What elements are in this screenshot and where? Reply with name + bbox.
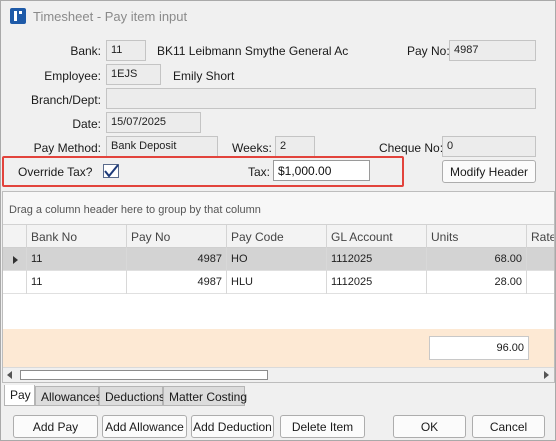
- cancel-button[interactable]: Cancel: [472, 415, 545, 438]
- tab-deductions[interactable]: Deductions: [99, 386, 165, 406]
- scroll-right-icon[interactable]: [544, 371, 549, 379]
- cell-pay-no[interactable]: 4987: [127, 271, 227, 294]
- pay-method-field[interactable]: Bank Deposit: [106, 136, 218, 157]
- employee-name: Emily Short: [173, 69, 235, 83]
- column-header-units[interactable]: Units: [427, 225, 527, 248]
- pay-no-label: Pay No:: [407, 44, 450, 58]
- override-tax-checkbox[interactable]: [103, 164, 119, 178]
- cell-gl-account[interactable]: 1112025: [327, 271, 427, 294]
- table-row[interactable]: 11 4987 HO 1112025 68.00: [3, 248, 554, 271]
- app-logo-icon: [10, 8, 26, 24]
- tab-allowances[interactable]: Allowances: [35, 386, 102, 406]
- cheque-no-label: Cheque No:: [379, 141, 444, 155]
- column-header-rate[interactable]: Rate: [527, 225, 554, 248]
- date-label: Date:: [72, 117, 101, 131]
- pay-method-label: Pay Method:: [33, 141, 101, 155]
- cell-units[interactable]: 68.00: [427, 248, 527, 271]
- column-header-gl-account[interactable]: GL Account: [327, 225, 427, 248]
- modify-header-button[interactable]: Modify Header: [442, 160, 536, 183]
- row-indicator: [3, 271, 27, 294]
- scroll-left-icon[interactable]: [7, 371, 12, 379]
- employee-label: Employee:: [44, 69, 101, 83]
- cell-units[interactable]: 28.00: [427, 271, 527, 294]
- cell-pay-no[interactable]: 4987: [127, 248, 227, 271]
- cell-bank-no[interactable]: 11: [27, 248, 127, 271]
- tax-input[interactable]: $1,000.00: [273, 160, 370, 181]
- override-tax-label: Override Tax?: [18, 165, 93, 179]
- employee-code-field[interactable]: 1EJS: [106, 64, 161, 85]
- cell-pay-code[interactable]: HLU: [227, 271, 327, 294]
- weeks-field[interactable]: 2: [275, 136, 315, 157]
- tab-matter-costing[interactable]: Matter Costing: [163, 386, 247, 406]
- bank-label: Bank:: [70, 44, 101, 58]
- scrollbar-thumb[interactable]: [20, 370, 268, 380]
- ok-button[interactable]: OK: [393, 415, 466, 438]
- horizontal-scrollbar[interactable]: [3, 367, 554, 382]
- window-title: Timesheet - Pay item input: [33, 9, 188, 24]
- title-bar: Timesheet - Pay item input: [1, 1, 555, 32]
- pay-no-field[interactable]: 4987: [449, 40, 536, 61]
- tab-pay[interactable]: Pay: [4, 385, 35, 406]
- bank-name: BK11 Leibmann Smythe General Ac: [157, 44, 349, 58]
- tax-label: Tax:: [248, 165, 271, 179]
- column-header-pay-code[interactable]: Pay Code: [227, 225, 327, 248]
- cell-rate[interactable]: [527, 248, 554, 271]
- cell-bank-no[interactable]: 11: [27, 271, 127, 294]
- header-indicator: [3, 225, 27, 248]
- pay-items-grid: Drag a column header here to group by th…: [2, 191, 555, 383]
- table-row[interactable]: 11 4987 HLU 1112025 28.00: [3, 271, 554, 294]
- units-total: 96.00: [429, 336, 529, 360]
- branch-dept-label: Branch/Dept:: [30, 93, 101, 107]
- cell-pay-code[interactable]: HO: [227, 248, 327, 271]
- column-header-pay-no[interactable]: Pay No: [127, 225, 227, 248]
- column-header-bank-no[interactable]: Bank No: [27, 225, 127, 248]
- row-indicator: [3, 248, 27, 271]
- add-pay-button[interactable]: Add Pay: [13, 415, 98, 438]
- bank-code-field[interactable]: 11: [106, 40, 146, 61]
- group-by-panel[interactable]: Drag a column header here to group by th…: [3, 192, 554, 225]
- cell-gl-account[interactable]: 1112025: [327, 248, 427, 271]
- delete-item-button[interactable]: Delete Item: [280, 415, 365, 438]
- add-deduction-button[interactable]: Add Deduction: [191, 415, 274, 438]
- date-field[interactable]: 15/07/2025: [106, 112, 201, 133]
- weeks-label: Weeks:: [232, 141, 272, 155]
- cell-rate[interactable]: [527, 271, 554, 294]
- grid-header-row: Bank No Pay No Pay Code GL Account Units…: [3, 225, 554, 248]
- row-pointer-icon: [13, 256, 18, 264]
- cheque-no-field[interactable]: 0: [442, 136, 536, 157]
- timesheet-window: Timesheet - Pay item input Bank: 11 BK11…: [0, 0, 556, 441]
- branch-dept-field[interactable]: [106, 88, 536, 109]
- add-allowance-button[interactable]: Add Allowance: [102, 415, 187, 438]
